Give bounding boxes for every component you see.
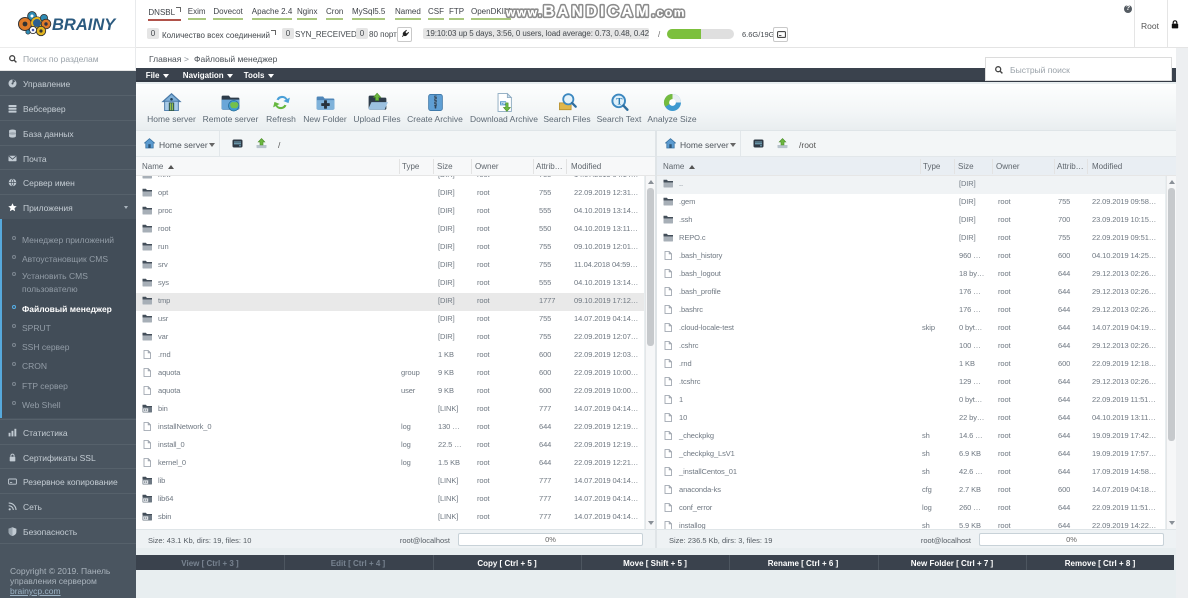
svg-text:BRAINY: BRAINY [52, 16, 117, 34]
svg-text:www.BANDICAM.com: www.BANDICAM.com [505, 4, 686, 21]
